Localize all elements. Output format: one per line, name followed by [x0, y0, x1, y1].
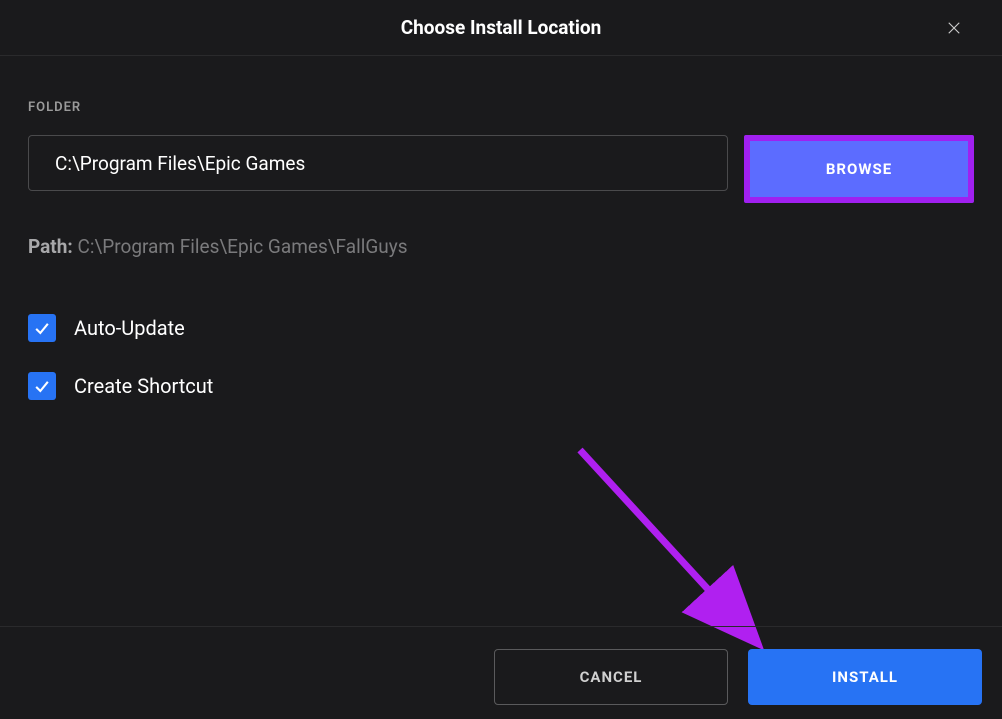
close-icon	[945, 19, 963, 37]
dialog-title: Choose Install Location	[401, 16, 602, 39]
cancel-button[interactable]: CANCEL	[494, 649, 728, 705]
create-shortcut-checkbox[interactable]	[28, 372, 56, 400]
install-button[interactable]: INSTALL	[748, 649, 982, 705]
browse-button-highlight: BROWSE	[744, 135, 974, 203]
path-label: Path:	[28, 235, 73, 258]
check-icon	[32, 376, 52, 396]
folder-path-input[interactable]	[28, 135, 728, 191]
path-value: C:\Program Files\Epic Games\FallGuys	[77, 235, 407, 258]
folder-section-label: FOLDER	[28, 100, 974, 115]
create-shortcut-option: Create Shortcut	[28, 372, 974, 400]
auto-update-label: Auto-Update	[74, 316, 185, 340]
auto-update-checkbox[interactable]	[28, 314, 56, 342]
options-section: Auto-Update Create Shortcut	[28, 314, 974, 400]
folder-row: BROWSE	[28, 135, 974, 203]
dialog-footer: CANCEL INSTALL	[0, 626, 1002, 719]
check-icon	[32, 318, 52, 338]
auto-update-option: Auto-Update	[28, 314, 974, 342]
install-path-display: Path: C:\Program Files\Epic Games\FallGu…	[28, 235, 974, 258]
close-button[interactable]	[942, 16, 966, 40]
dialog-header: Choose Install Location	[0, 0, 1002, 56]
dialog-body: FOLDER BROWSE Path: C:\Program Files\Epi…	[0, 56, 1002, 450]
browse-button[interactable]: BROWSE	[750, 141, 968, 197]
create-shortcut-label: Create Shortcut	[74, 374, 213, 398]
